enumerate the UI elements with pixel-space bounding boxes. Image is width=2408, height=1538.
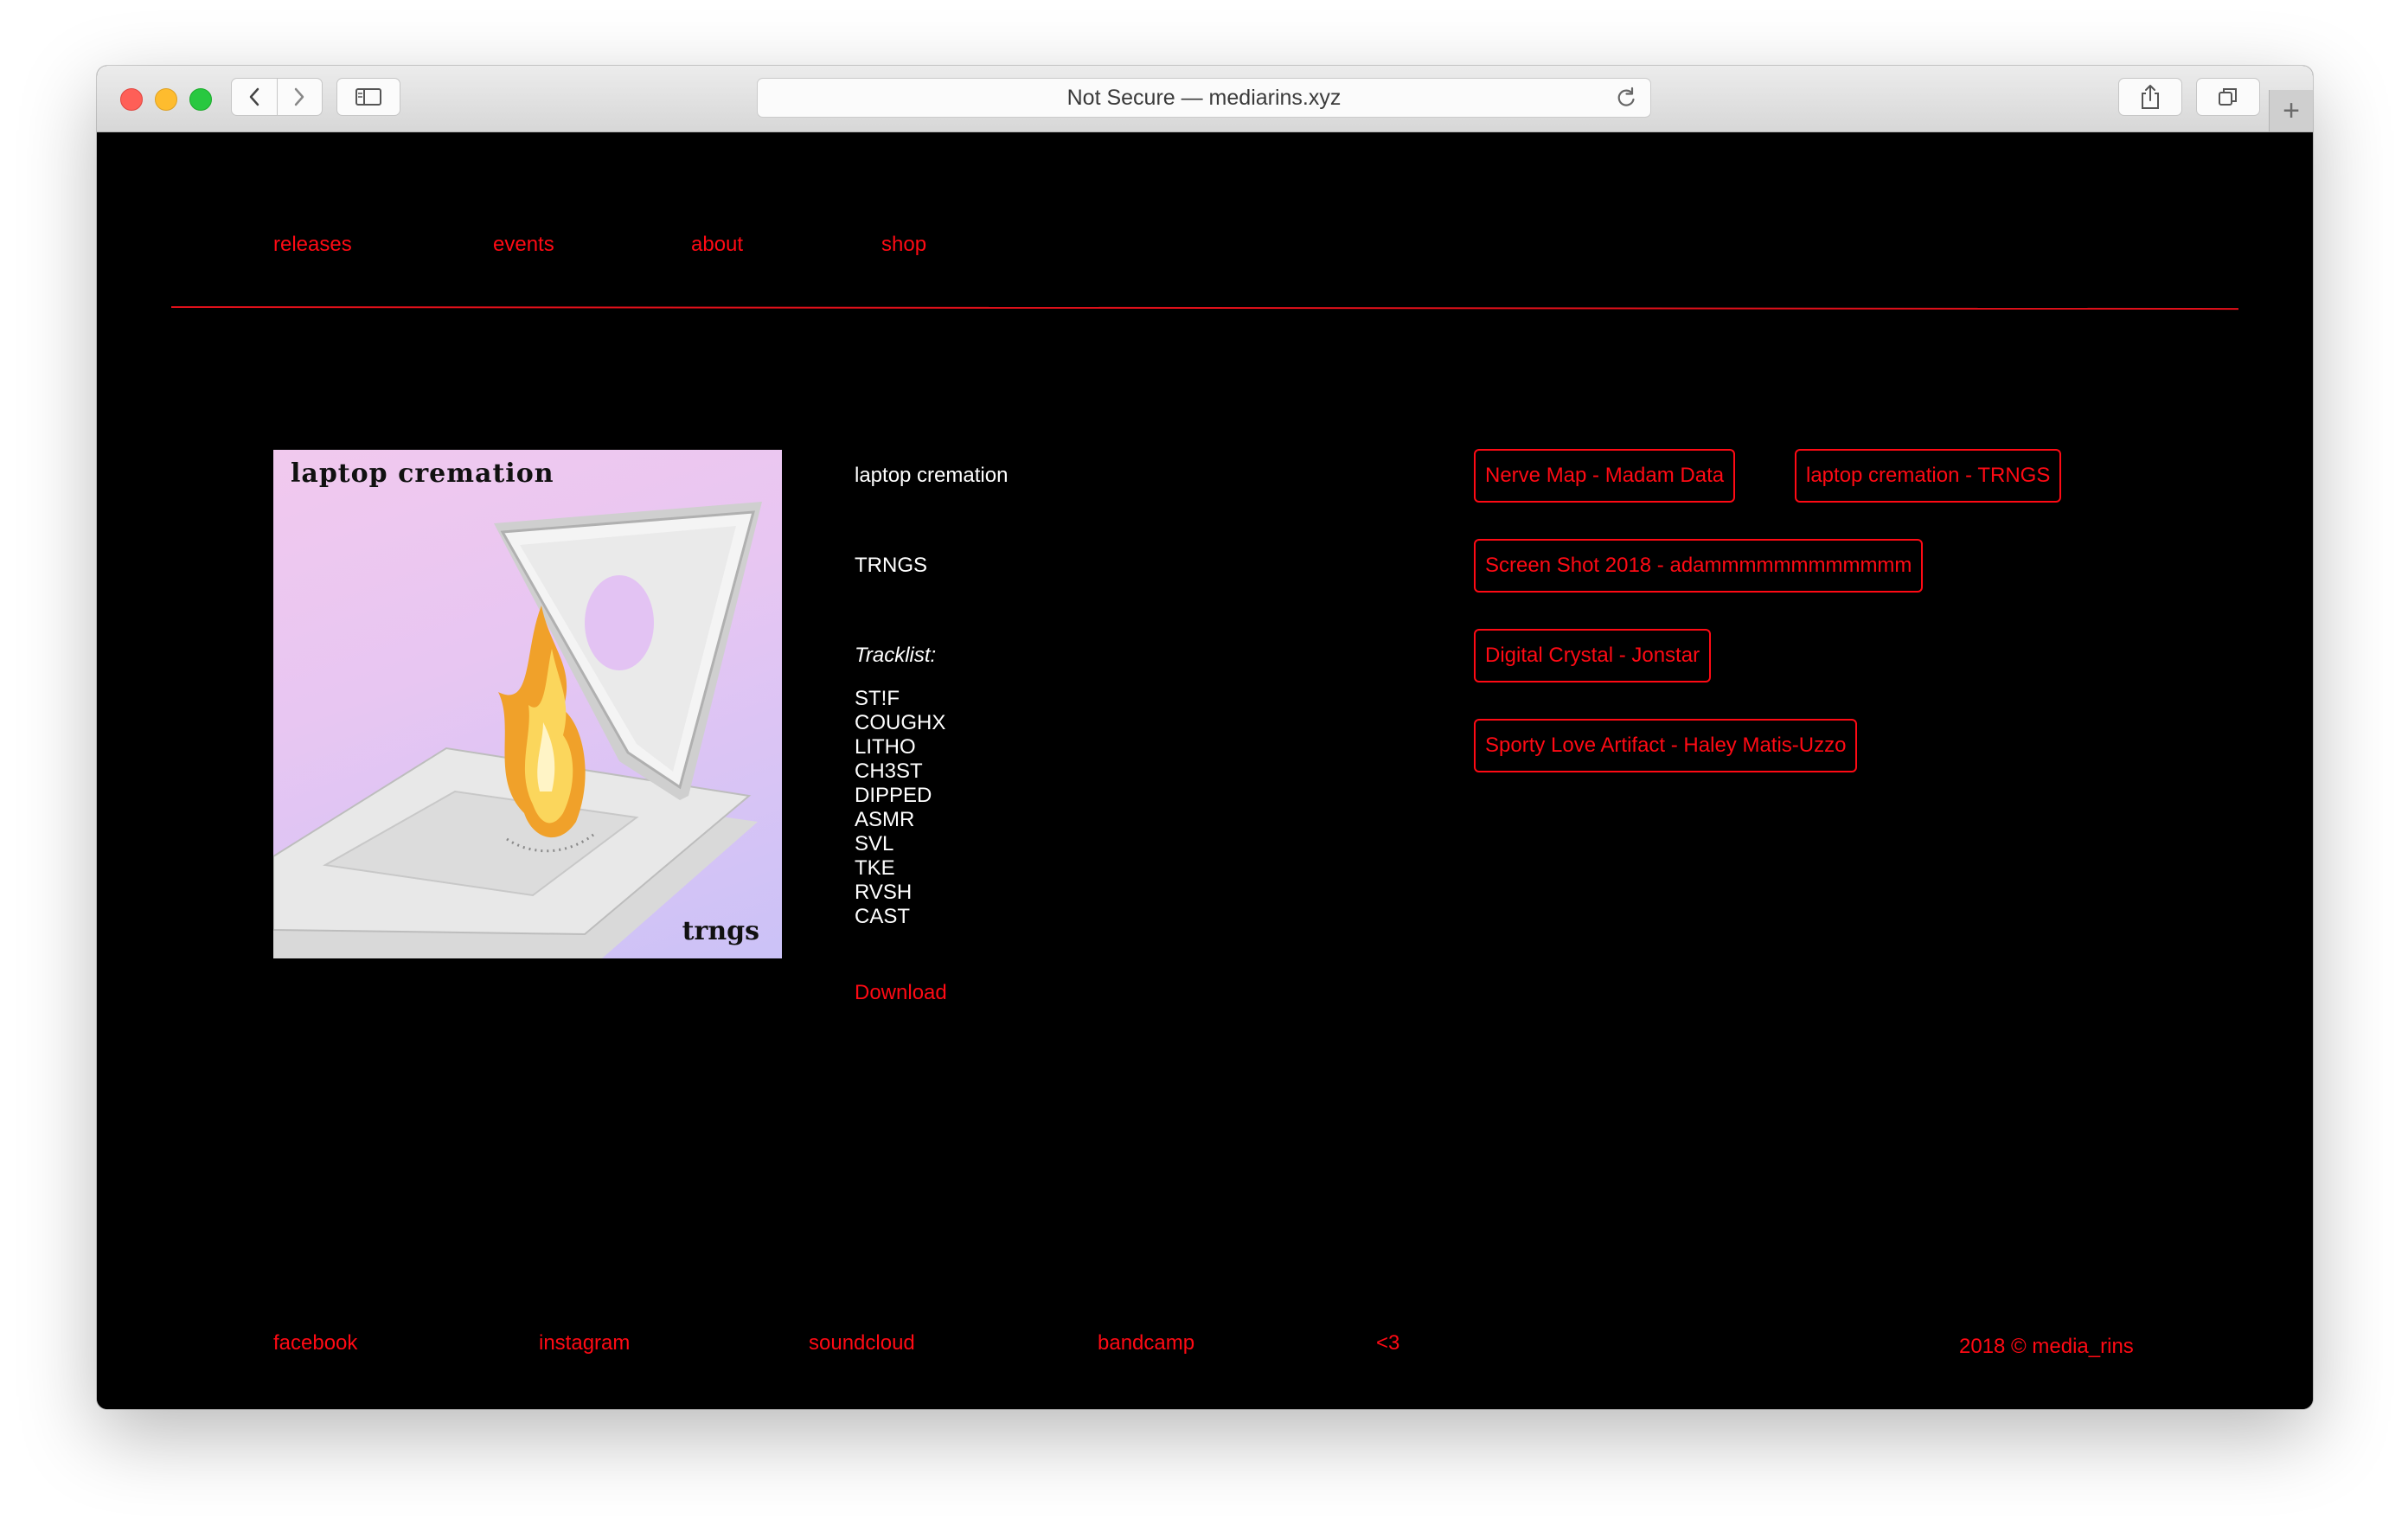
browser-toolbar: Not Secure — mediarins.xyz + — [97, 66, 2313, 132]
track-item: TKE — [855, 856, 895, 880]
burning-laptop-illustration — [273, 502, 762, 958]
sidebar-button[interactable] — [336, 78, 400, 116]
footer-soundcloud-link[interactable]: soundcloud — [809, 1331, 915, 1355]
nav-releases[interactable]: releases — [273, 233, 352, 257]
release-button-sporty-love-artifact[interactable]: Sporty Love Artifact - Haley Matis-Uzzo — [1474, 719, 1858, 772]
forward-button[interactable] — [278, 79, 323, 115]
reload-icon[interactable] — [1614, 86, 1638, 110]
cover-artist: trngs — [682, 916, 759, 946]
cover-title: laptop cremation — [291, 458, 554, 489]
plus-icon: + — [2283, 93, 2300, 127]
tracklist-label: Tracklist: — [855, 644, 937, 667]
track-item: LITHO — [855, 735, 916, 759]
nav-events[interactable]: events — [493, 233, 554, 257]
maximize-window-button[interactable] — [189, 88, 212, 111]
footer-heart-link[interactable]: <3 — [1376, 1331, 1399, 1355]
track-item: DIPPED — [855, 784, 932, 807]
page-content: releases events about shop laptop cremat… — [97, 132, 2313, 1409]
album-cover: laptop cremation trngs — [273, 450, 782, 958]
forward-icon — [295, 87, 304, 106]
history-nav-group — [231, 78, 323, 116]
footer-instagram-link[interactable]: instagram — [539, 1331, 630, 1355]
release-title: laptop cremation — [855, 464, 1009, 487]
minimize-window-button[interactable] — [155, 88, 177, 111]
track-item: ST!F — [855, 687, 900, 710]
address-text: Not Secure — mediarins.xyz — [1066, 85, 1342, 110]
nav-divider — [170, 306, 2239, 311]
track-item: ASMR — [855, 808, 915, 831]
track-item: CAST — [855, 905, 911, 928]
copyright-text: 2018 © media_rins — [1959, 1335, 2134, 1358]
close-window-button[interactable] — [120, 88, 143, 111]
footer-bandcamp-link[interactable]: bandcamp — [1098, 1331, 1194, 1355]
release-button-laptop-cremation[interactable]: laptop cremation - TRNGS — [1795, 449, 2062, 503]
track-item: CH3ST — [855, 759, 923, 783]
back-icon — [249, 87, 259, 106]
nav-about[interactable]: about — [691, 233, 743, 257]
show-tabs-button[interactable] — [2196, 78, 2260, 116]
sidebar-icon — [355, 88, 381, 106]
browser-window: Not Secure — mediarins.xyz + releases ev… — [97, 66, 2313, 1409]
release-button-nerve-map[interactable]: Nerve Map - Madam Data — [1474, 449, 1736, 503]
release-artist: TRNGS — [855, 554, 927, 577]
download-link[interactable]: Download — [855, 981, 947, 1005]
track-item: COUGHX — [855, 711, 946, 734]
footer-facebook-link[interactable]: facebook — [273, 1331, 357, 1355]
nav-shop[interactable]: shop — [881, 233, 926, 257]
back-button[interactable] — [232, 79, 278, 115]
share-icon — [2142, 85, 2159, 109]
new-tab-button[interactable]: + — [2269, 90, 2313, 131]
track-item: RVSH — [855, 881, 913, 904]
release-button-digital-crystal[interactable]: Digital Crystal - Jonstar — [1474, 629, 1712, 682]
release-button-screen-shot-2018[interactable]: Screen Shot 2018 - adammmmmmmmmmmm — [1474, 539, 1924, 593]
tracklist: ST!F COUGHX LITHO CH3ST DIPPED ASMR SVL … — [855, 687, 945, 929]
tabs-icon — [2219, 88, 2237, 106]
address-bar[interactable]: Not Secure — mediarins.xyz — [757, 78, 1651, 118]
share-button[interactable] — [2118, 78, 2182, 116]
track-item: SVL — [855, 832, 894, 856]
